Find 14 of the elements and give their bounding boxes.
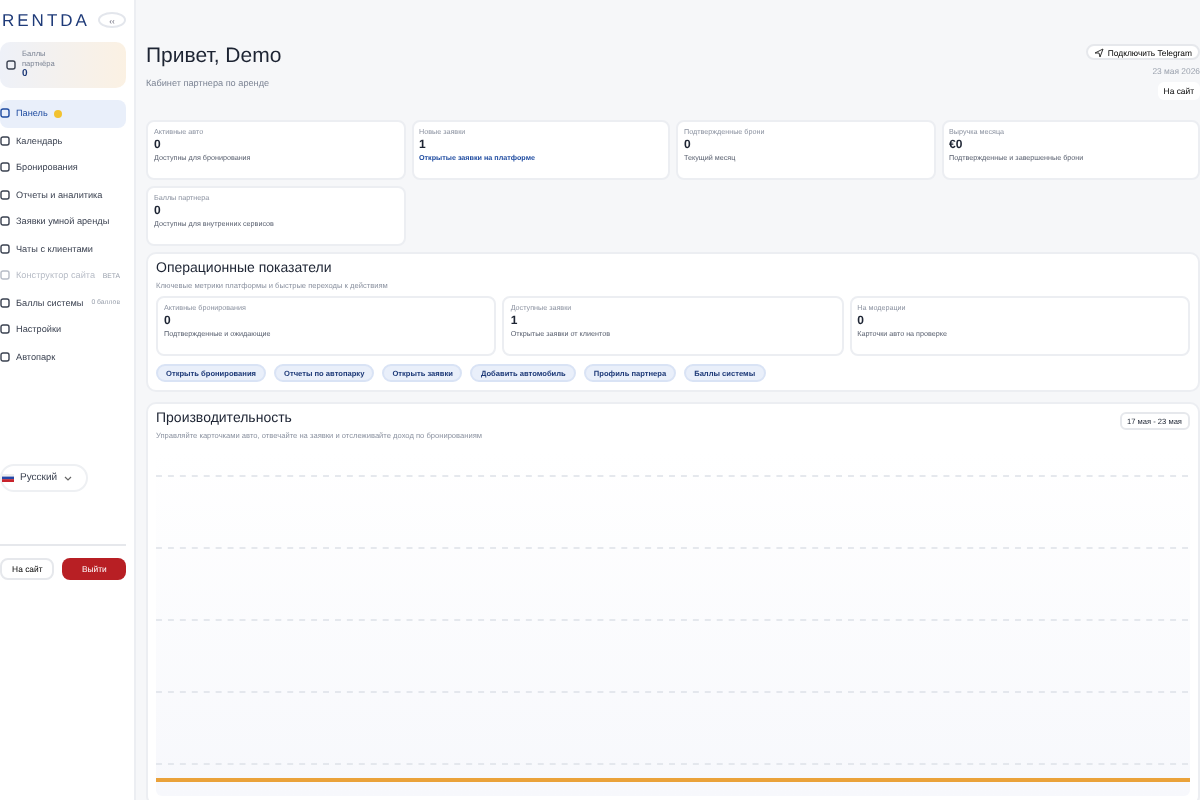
nav-icon: [0, 243, 10, 254]
nav-icon: [0, 189, 10, 200]
nav-icon: [0, 216, 10, 227]
nav-icon: [0, 135, 10, 146]
logo: RENTDA: [2, 10, 90, 30]
nav-icon: [0, 270, 10, 281]
page-title: Привет, Demo: [146, 44, 282, 68]
chevron-icon: [63, 475, 72, 481]
nav-icon: [0, 108, 10, 119]
nav-icon: [0, 162, 10, 173]
send-icon: [1093, 47, 1104, 57]
nav-icon: [0, 351, 10, 362]
nav-icon: [0, 297, 10, 308]
nav-icon: [0, 324, 10, 335]
